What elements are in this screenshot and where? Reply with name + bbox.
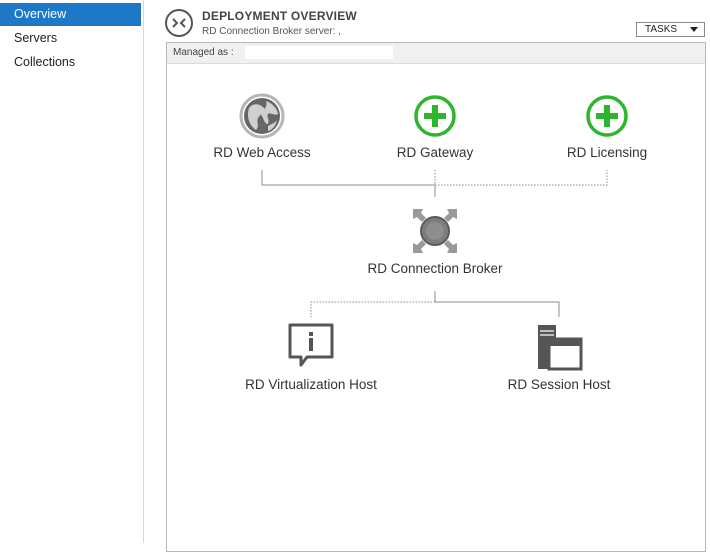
role-label-gateway[interactable]: RD Gateway (397, 145, 474, 160)
add-circle-icon[interactable] (586, 95, 628, 137)
sidebar-item-collections[interactable]: Collections (0, 50, 143, 74)
tasks-label: TASKS (645, 24, 678, 35)
connection-broker-server-label: RD Connection Broker server: , (202, 26, 341, 37)
chevron-down-icon (690, 27, 698, 32)
sidebar: Overview Servers Collections (0, 0, 144, 543)
add-circle-icon[interactable] (414, 95, 456, 137)
globe-icon[interactable] (239, 93, 285, 139)
role-label-connection-broker[interactable]: RD Connection Broker (367, 261, 502, 276)
deployment-overview-icon (165, 9, 193, 37)
info-speech-icon[interactable] (288, 323, 334, 367)
sidebar-item-overview[interactable]: Overview (0, 3, 141, 26)
connector-lines-top (261, 170, 608, 197)
role-label-session-host[interactable]: RD Session Host (508, 377, 611, 392)
tasks-dropdown-button[interactable]: TASKS (636, 22, 705, 37)
role-label-virtualization-host[interactable]: RD Virtualization Host (245, 377, 377, 392)
page-title: DEPLOYMENT OVERVIEW (202, 9, 357, 23)
connection-broker-icon[interactable] (413, 209, 457, 253)
deployment-diagram (239, 93, 628, 371)
role-label-licensing[interactable]: RD Licensing (567, 145, 647, 160)
deployment-overview-panel: Managed as : RD Web Access RD Gateway RD… (166, 42, 706, 552)
connector-lines-bottom (310, 291, 560, 317)
sidebar-item-servers[interactable]: Servers (0, 26, 143, 50)
role-label-web-access[interactable]: RD Web Access (213, 145, 310, 160)
server-window-icon[interactable] (538, 325, 583, 371)
